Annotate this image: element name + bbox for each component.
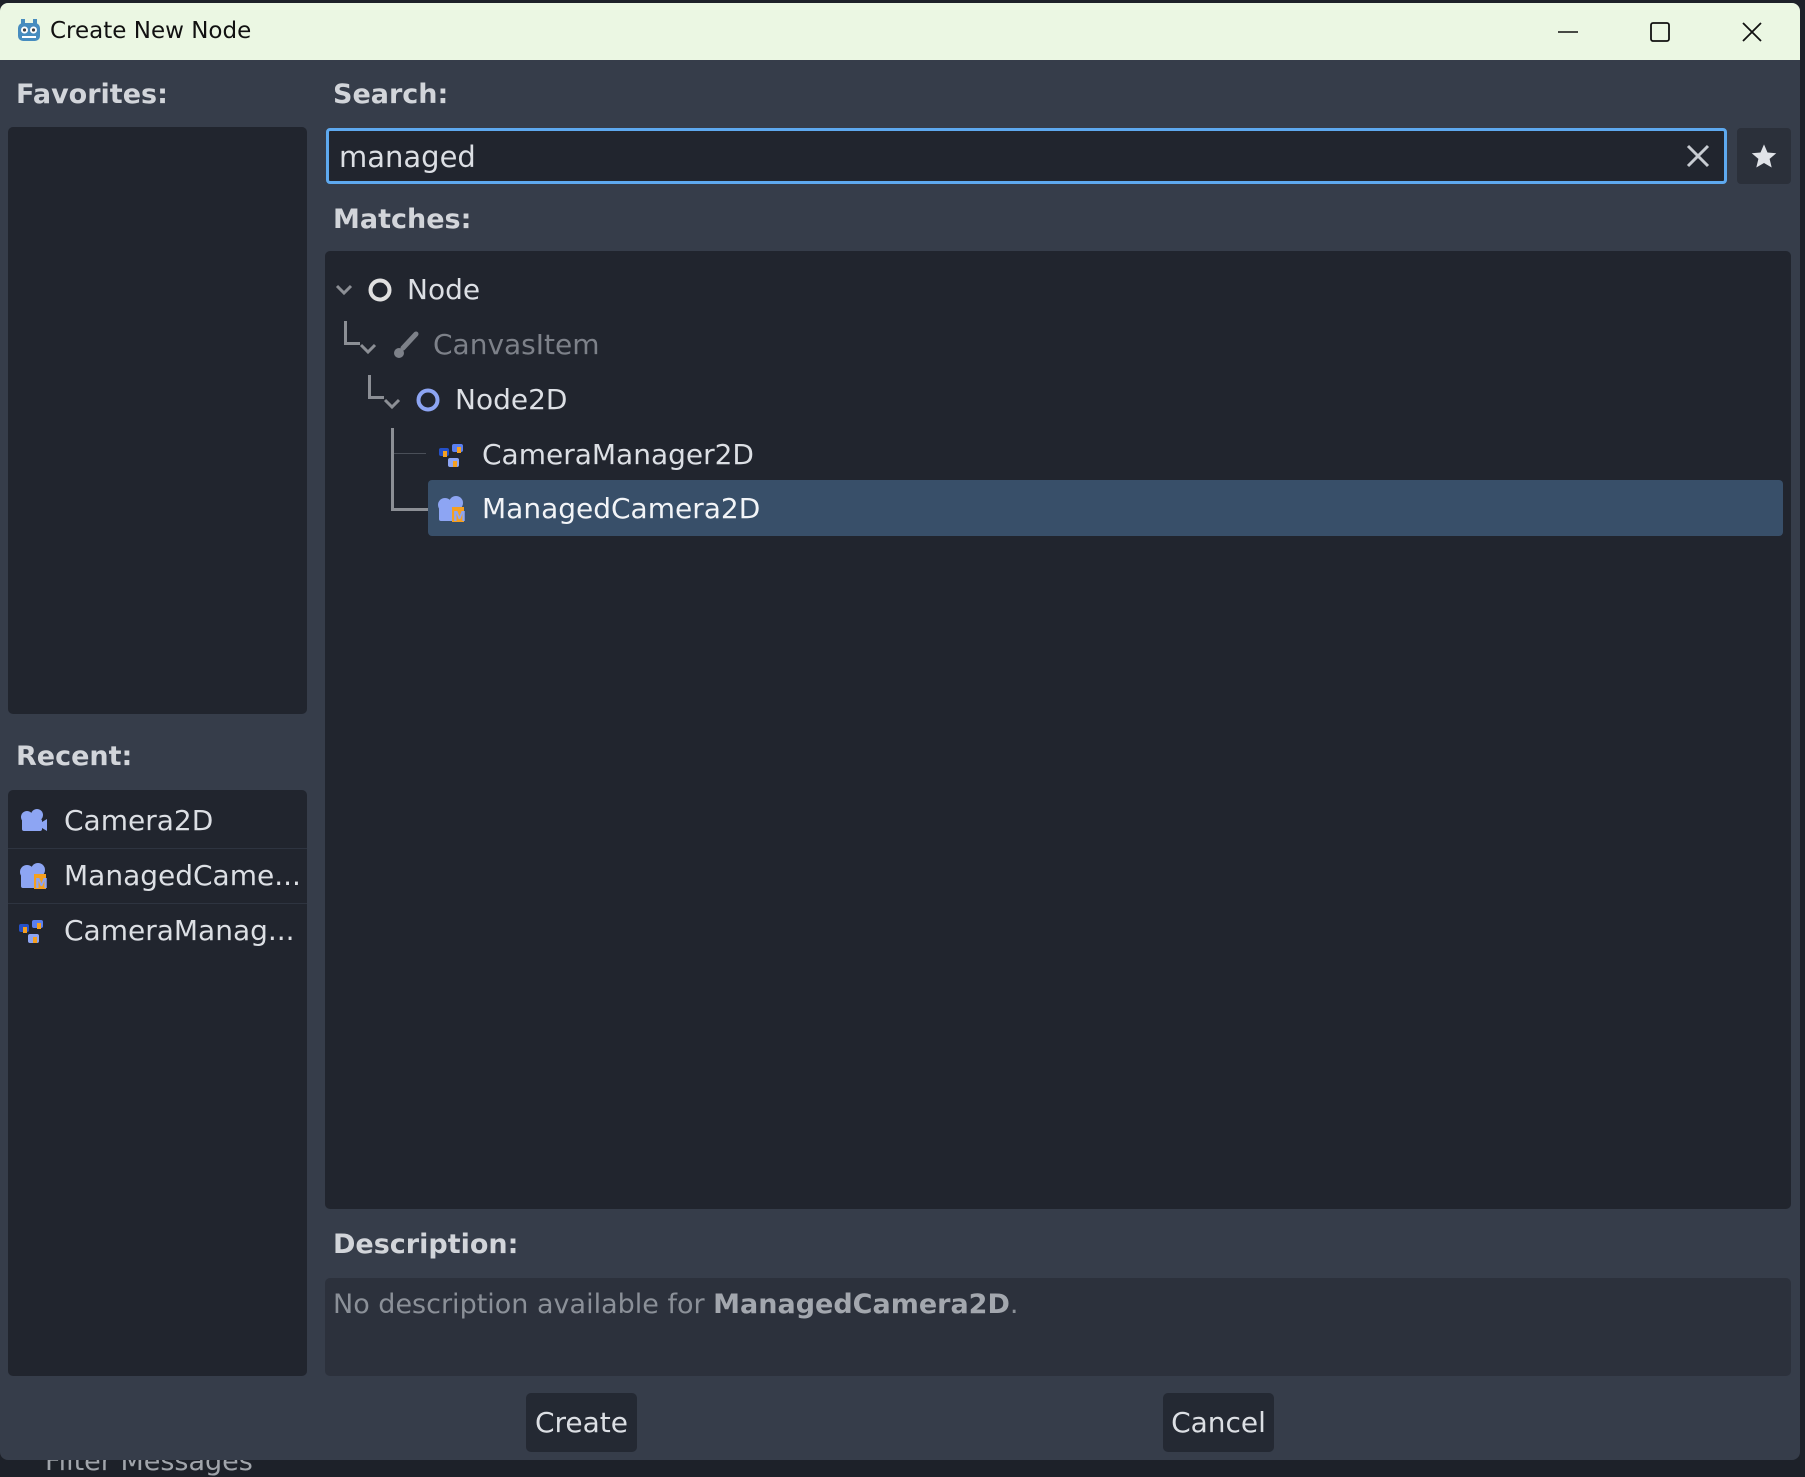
tree-item-node[interactable]: Node [335,262,480,317]
clear-search-icon[interactable] [1682,140,1714,172]
minimize-icon [1558,30,1578,33]
tree-guide [391,508,428,511]
node2d-circle-icon [415,387,441,413]
maximize-button[interactable] [1615,3,1705,60]
recent-item-managed-camera[interactable]: M ManagedCame... [8,848,307,904]
camera-manager-icon [438,441,468,469]
search-input[interactable] [337,131,1641,183]
tree-item-label: Node [407,273,481,306]
search-field[interactable] [326,128,1727,184]
node-circle-icon [367,277,393,303]
chevron-down-icon[interactable] [335,283,353,297]
recent-item-label: CameraManag... [64,914,295,947]
close-button[interactable] [1707,3,1797,60]
tree-item-label: CameraManager2D [482,438,754,471]
description-label: Description: [333,1229,519,1260]
tree-guide [394,453,426,454]
recent-item-label: ManagedCame... [64,859,301,892]
tree-item-node2d[interactable]: Node2D [383,372,567,427]
chevron-down-icon[interactable] [383,397,401,411]
recent-item-camera-manager[interactable]: CameraManag... [8,903,307,958]
favorites-list[interactable] [8,127,307,714]
svg-text:M: M [35,877,48,890]
brush-icon [391,331,419,359]
recent-item-label: Camera2D [64,804,214,837]
favorite-toggle-button[interactable] [1737,128,1791,184]
matches-label: Matches: [333,204,472,235]
create-node-dialog: Create New Node Favorites: Recent: Camer… [0,3,1800,1460]
recent-item-camera2d[interactable]: Camera2D [8,793,307,849]
managed-camera-icon: M [18,862,50,890]
camera2d-icon [18,808,50,834]
tree-item-camera-manager2d[interactable]: CameraManager2D [438,427,754,482]
window-title: Create New Node [50,18,252,44]
tree-item-managed-camera2d[interactable]: M ManagedCamera2D [436,481,760,536]
tree-guide [391,428,394,511]
recent-list[interactable]: Camera2D M ManagedCame... CameraManag... [8,790,307,1376]
close-icon [1742,21,1762,42]
tree-item-label: ManagedCamera2D [482,492,761,525]
chevron-down-icon[interactable] [359,342,377,356]
title-bar: Create New Node [0,3,1800,60]
description-class-name: ManagedCamera2D [713,1289,1010,1320]
recent-label: Recent: [16,741,133,772]
tree-item-canvasitem[interactable]: CanvasItem [359,317,600,372]
tree-guide [344,342,360,345]
search-label: Search: [333,79,449,110]
star-icon [1751,144,1777,168]
cancel-button[interactable]: Cancel [1163,1393,1274,1452]
managed-camera-icon: M [436,495,468,523]
godot-logo-icon [18,19,40,41]
camera-manager-icon [18,917,50,945]
tree-item-label: Node2D [455,383,568,416]
maximize-icon [1650,21,1670,42]
description-text: No description available for ManagedCame… [333,1289,1019,1320]
minimize-button[interactable] [1523,3,1613,60]
favorites-label: Favorites: [16,79,168,110]
tree-item-label: CanvasItem [433,328,600,361]
create-button[interactable]: Create [526,1393,637,1452]
tree-guide [368,396,384,399]
svg-text:M: M [453,510,466,523]
